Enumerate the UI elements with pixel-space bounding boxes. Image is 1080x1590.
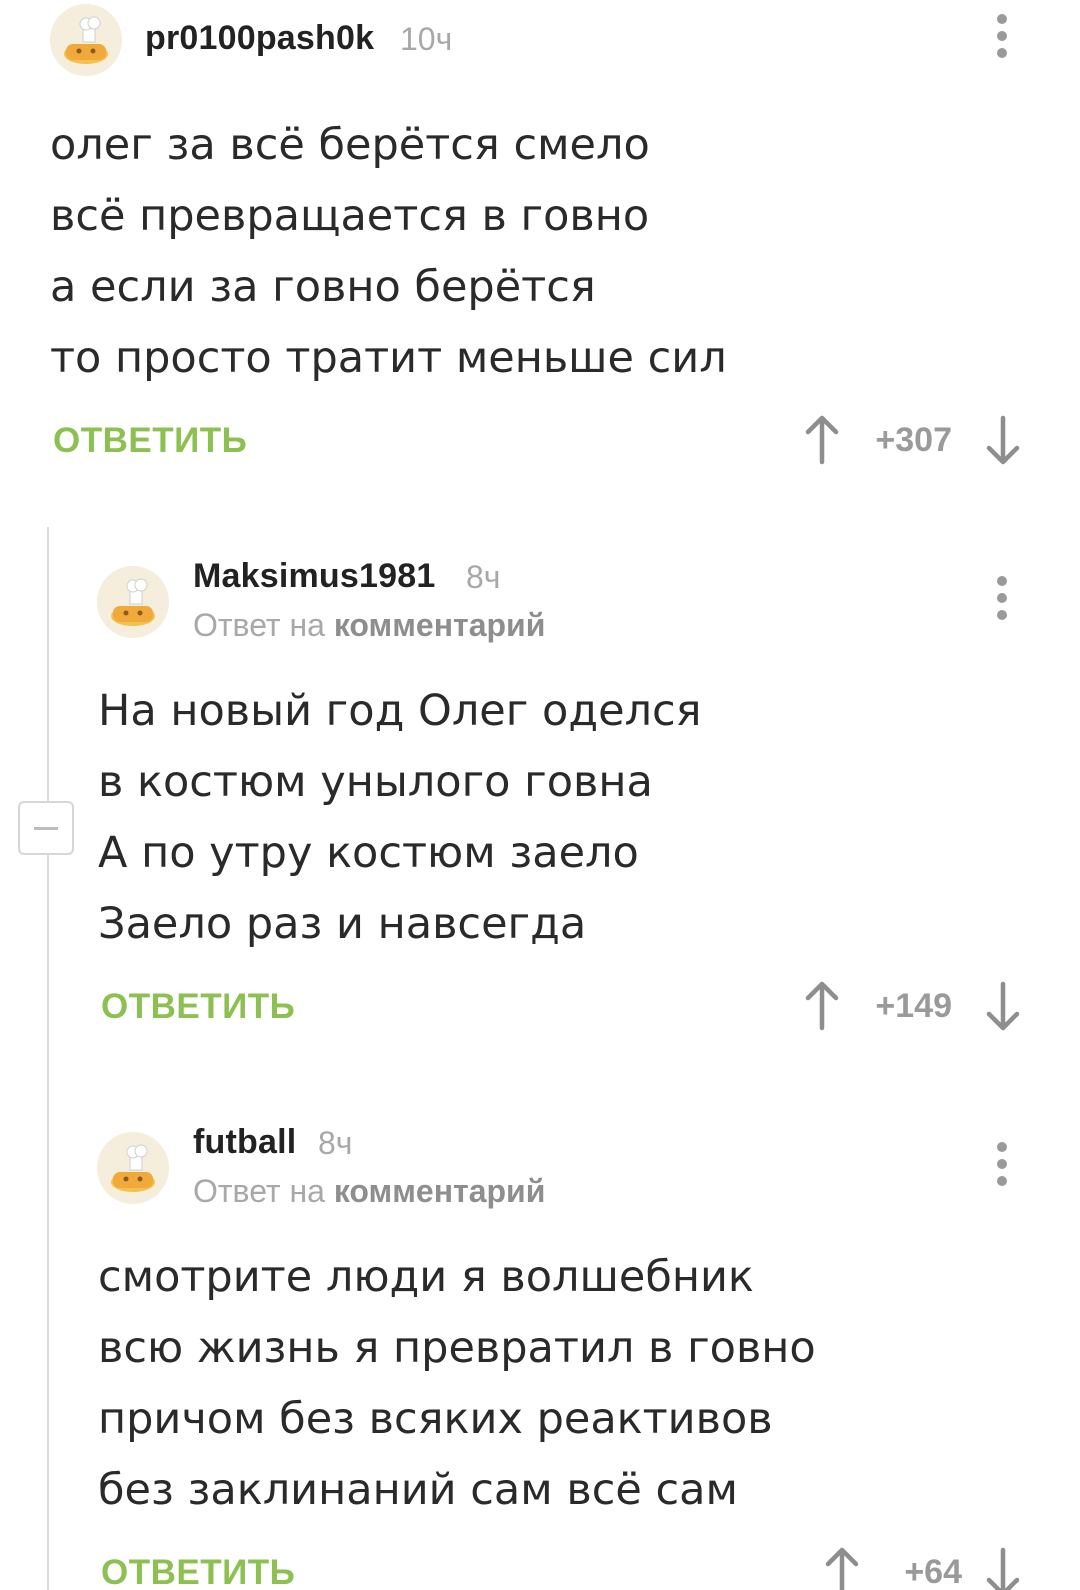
arrow-down-icon[interactable]	[983, 980, 1023, 1032]
avatar[interactable]	[97, 566, 169, 638]
rating-count: +307	[875, 421, 952, 459]
username[interactable]: futball	[193, 1123, 296, 1162]
comment-time: 10ч	[400, 21, 453, 57]
avatar[interactable]	[97, 1132, 169, 1204]
arrow-up-icon[interactable]	[802, 414, 842, 466]
reply-to-comment-link[interactable]: комментарий	[334, 607, 546, 643]
more-vertical-icon[interactable]	[992, 14, 1012, 66]
rating-count: +149	[875, 987, 952, 1025]
comment-time: 8ч	[318, 1125, 353, 1161]
rating-count: +64	[904, 1553, 962, 1590]
reply-button[interactable]: ОТВЕТИТЬ	[101, 987, 295, 1027]
default-chef-avatar-icon	[97, 566, 169, 638]
comment-line: а если за говно берётся	[50, 262, 596, 312]
comment-line: На новый год Олег оделся	[98, 686, 702, 736]
default-chef-avatar-icon	[50, 4, 122, 76]
arrow-down-icon[interactable]	[983, 414, 1023, 466]
comment-line: А по утру костюм заело	[98, 828, 639, 878]
comment-line: олег за всё берётся смело	[50, 120, 650, 170]
reply-to-label: Ответ на комментарий	[193, 1173, 545, 1210]
avatar[interactable]	[50, 4, 122, 76]
more-vertical-icon[interactable]	[992, 576, 1012, 628]
thread-line	[47, 527, 49, 1590]
reply-to-comment-link[interactable]: комментарий	[334, 1173, 546, 1209]
reply-to-prefix: Ответ на	[193, 607, 325, 643]
username[interactable]: Maksimus1981	[193, 557, 435, 596]
comment-line: то просто тратит меньше сил	[50, 333, 727, 383]
comment-time: 8ч	[466, 559, 501, 595]
comment-line: без заклинаний сам всё сам	[98, 1465, 738, 1515]
comments-page: pr0100pash0k 10ч олег за всё берётся сме…	[0, 0, 1080, 1590]
reply-to-prefix: Ответ на	[193, 1173, 325, 1209]
more-vertical-icon[interactable]	[992, 1142, 1012, 1194]
username[interactable]: pr0100pash0k	[145, 19, 374, 58]
default-chef-avatar-icon	[97, 1132, 169, 1204]
arrow-up-icon[interactable]	[802, 980, 842, 1032]
reply-button[interactable]: ОТВЕТИТЬ	[101, 1553, 295, 1590]
comment-line: причом без всяких реактивов	[98, 1394, 773, 1444]
comment-line: смотрите люди я волшебник	[98, 1252, 754, 1302]
comment-line: в костюм унылого говна	[98, 757, 653, 807]
reply-to-label: Ответ на комментарий	[193, 607, 545, 644]
reply-button[interactable]: ОТВЕТИТЬ	[53, 421, 247, 461]
comment-line: Заело раз и навсегда	[98, 899, 587, 949]
comment-line: всё превращается в говно	[50, 191, 650, 241]
arrow-down-icon[interactable]	[983, 1546, 1023, 1590]
collapse-thread-button[interactable]	[18, 801, 74, 855]
comment-line: всю жизнь я превратил в говно	[98, 1323, 816, 1373]
